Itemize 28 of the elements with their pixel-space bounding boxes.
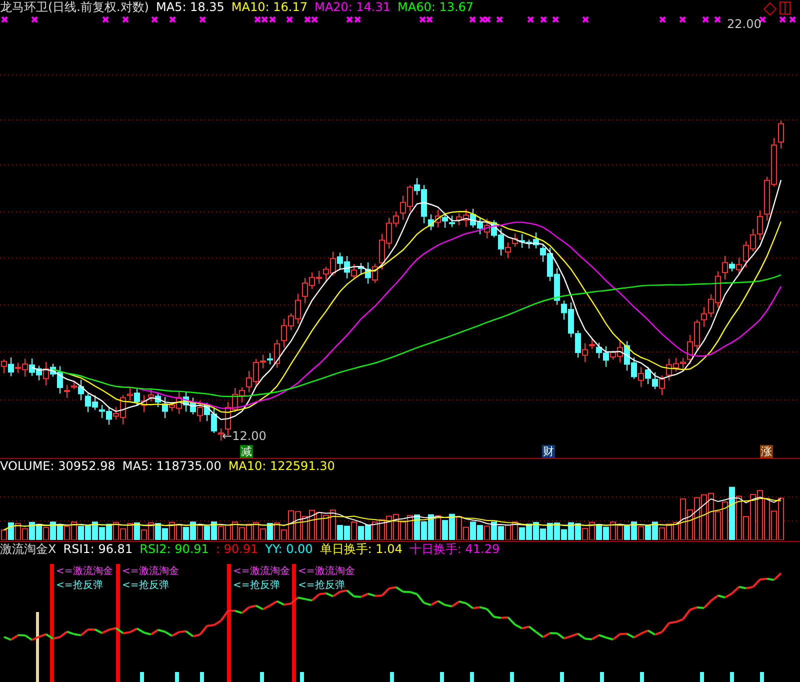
indicator-value: MA10: 122591.30: [228, 459, 335, 474]
stock-title: 龙马环卫(日线.前复权.对数): [0, 0, 149, 15]
indicator-title: 激流淘金X: [0, 542, 56, 557]
event-badge[interactable]: 涨: [760, 445, 773, 458]
price-label: ←12.00: [222, 429, 266, 443]
event-badge[interactable]: 财: [542, 445, 555, 458]
indicator-value: MA10: 16.17: [231, 0, 308, 15]
indicator-value: MA5: 118735.00: [122, 459, 222, 474]
signal-label: <=抢反弹: [233, 580, 280, 592]
signal-label: <=抢反弹: [56, 580, 103, 592]
indicator-value: 单日换手: 1.04: [320, 542, 402, 557]
indicator-value: MA5: 18.35: [156, 0, 224, 15]
event-badge[interactable]: 减: [240, 445, 253, 458]
indicator-value: RSI2: 90.91: [140, 542, 209, 557]
indicator-value: YY: 0.00: [265, 542, 313, 557]
signal-label: <=抢反弹: [122, 580, 169, 592]
signal-label: <=激流淘金: [122, 566, 179, 578]
indicator-value: MA20: 14.31: [314, 0, 391, 15]
indicator-value: : 90.91: [216, 542, 258, 557]
indicator-value: 十日换手: 41.29: [409, 542, 500, 557]
indicator-value: MA60: 13.67: [398, 0, 474, 15]
signal-label: <=激流淘金: [56, 566, 113, 578]
signal-label: <=抢反弹: [298, 580, 345, 592]
indicator-value: RSI1: 96.81: [63, 542, 133, 557]
price-label: 22.00: [727, 17, 762, 31]
signal-label: <=激流淘金: [233, 566, 290, 578]
signal-label: <=激流淘金: [298, 566, 355, 578]
indicator-value: VOLUME: 30952.98: [0, 459, 116, 474]
